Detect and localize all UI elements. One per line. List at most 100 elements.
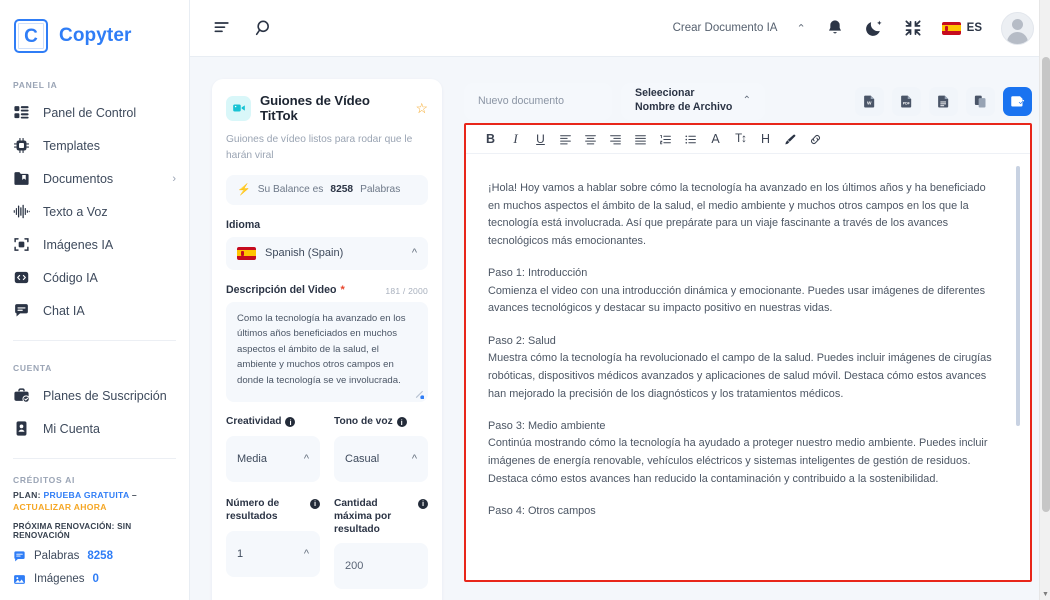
search-icon[interactable] bbox=[254, 18, 274, 38]
credit-value: 0 bbox=[92, 573, 99, 586]
creativity-value: Media bbox=[237, 453, 267, 466]
info-icon[interactable]: i bbox=[310, 499, 320, 510]
highlight-button[interactable] bbox=[778, 127, 803, 152]
sidebar-item-label: Panel de Control bbox=[43, 105, 137, 120]
resize-handle-icon[interactable] bbox=[414, 389, 424, 400]
info-icon[interactable]: i bbox=[418, 499, 428, 510]
editor-scrollbar-thumb[interactable] bbox=[1016, 166, 1020, 426]
info-icon[interactable]: i bbox=[285, 417, 296, 428]
template-description: Guiones de vídeo listos para rodar que l… bbox=[226, 134, 413, 161]
max-amount-input[interactable]: 200 bbox=[334, 543, 428, 590]
scroll-down-arrow-icon[interactable]: ▼ bbox=[1040, 588, 1050, 600]
renewal-line: PRÓXIMA RENOVACIÓN: SIN RENOVACIÓN bbox=[13, 521, 132, 540]
sidebar-item-panel-de-control[interactable]: Panel de Control bbox=[0, 96, 189, 129]
sidebar-item-planes-de-suscripcion[interactable]: Planes de Suscripción bbox=[0, 379, 189, 412]
spain-flag-icon bbox=[941, 21, 961, 35]
topbar-right-group: Crear Documento IA ⌃ ES bbox=[673, 11, 1034, 45]
align-right-button[interactable] bbox=[603, 127, 628, 152]
brand-logo[interactable]: C Copyter bbox=[0, 0, 189, 58]
info-icon[interactable]: i bbox=[396, 417, 407, 428]
results-field: Número de resultados i 1 ^ bbox=[226, 498, 320, 589]
insert-link-button[interactable] bbox=[803, 127, 828, 152]
results-amount-row: Número de resultados i 1 ^ Cantidad máxi… bbox=[226, 498, 428, 590]
language-code: ES bbox=[966, 22, 982, 34]
credit-row-imagenes: Imágenes 0 bbox=[13, 573, 176, 586]
balance-suffix: Palabras bbox=[360, 184, 401, 196]
create-document-button[interactable]: Crear Documento IA bbox=[673, 22, 778, 34]
sidebar-item-documentos[interactable]: Documentos › bbox=[0, 162, 189, 195]
collapse-arrows-icon[interactable] bbox=[903, 18, 923, 38]
app-root: C Copyter PANEL IA Panel de Control Temp… bbox=[0, 0, 1050, 600]
page-scrollbar[interactable]: ▼ bbox=[1039, 57, 1050, 600]
sidebar-item-codigo-ia[interactable]: Código IA bbox=[0, 261, 189, 294]
results-select[interactable]: 1 ^ bbox=[226, 530, 320, 577]
svg-text:W: W bbox=[867, 100, 872, 106]
list-menu-icon[interactable] bbox=[212, 18, 232, 38]
sidebar-section-panel: PANEL IA bbox=[13, 80, 58, 90]
align-center-button[interactable] bbox=[578, 127, 603, 152]
video-camera-icon bbox=[226, 95, 251, 121]
bold-button[interactable]: B bbox=[478, 127, 503, 152]
results-value: 1 bbox=[237, 547, 244, 560]
document-toolbar-row: Nuevo documento Seleecionar Nombre de Ar… bbox=[464, 79, 1032, 123]
italic-button[interactable]: I bbox=[503, 127, 528, 152]
svg-text:PDF: PDF bbox=[903, 101, 911, 105]
new-document-tab[interactable]: Nuevo documento bbox=[464, 82, 612, 120]
export-word-button[interactable]: W bbox=[855, 86, 884, 116]
sidebar-item-mi-cuenta[interactable]: Mi Cuenta bbox=[0, 412, 189, 445]
creativity-label-text: Creatividad bbox=[226, 416, 282, 428]
template-title: Guiones de Vídeo TitTok bbox=[260, 93, 370, 123]
max-amount-label-text: Cantidad máxima por resultado bbox=[334, 498, 392, 535]
ordered-list-button[interactable] bbox=[653, 127, 678, 152]
chevron-up-icon: ^ bbox=[411, 453, 417, 466]
save-document-button[interactable] bbox=[1003, 86, 1032, 116]
export-pdf-button[interactable]: PDF bbox=[892, 86, 921, 116]
star-icon[interactable]: ☆ bbox=[415, 100, 428, 117]
font-color-button[interactable]: A bbox=[703, 127, 728, 152]
select-filename-label: Seleecionar Nombre de Archivo bbox=[635, 87, 733, 113]
bell-icon[interactable] bbox=[825, 18, 845, 38]
creativity-select[interactable]: Media ^ bbox=[226, 436, 320, 483]
tone-select[interactable]: Casual ^ bbox=[334, 436, 428, 483]
credit-row-palabras: Palabras 8258 bbox=[13, 550, 176, 563]
plan-upgrade-link[interactable]: ACTUALIZAR AHORA bbox=[13, 502, 107, 512]
copy-document-button[interactable] bbox=[966, 86, 995, 116]
sidebar-item-chat-ia[interactable]: Chat IA bbox=[0, 294, 189, 327]
align-justify-button[interactable] bbox=[628, 127, 653, 152]
language-selector[interactable]: ES bbox=[941, 21, 982, 35]
sidebar-item-texto-a-voz[interactable]: Texto a Voz bbox=[0, 195, 189, 228]
chevron-up-icon[interactable]: ⌃ bbox=[796, 22, 805, 35]
sidebar-divider-2 bbox=[13, 458, 176, 459]
language-select[interactable]: Spanish (Spain) ^ bbox=[226, 236, 428, 270]
font-size-button[interactable]: T↕ bbox=[728, 127, 753, 152]
balance-value: 8258 bbox=[330, 184, 354, 196]
document-editor-panel: Nuevo documento Seleecionar Nombre de Ar… bbox=[464, 79, 1032, 600]
sidebar-section-creditos: CRÉDITOS AI bbox=[13, 475, 76, 485]
bolt-icon: ⚡ bbox=[237, 184, 251, 197]
export-txt-button[interactable] bbox=[929, 86, 958, 116]
description-textarea[interactable]: Como la tecnología ha avanzado en los úl… bbox=[226, 301, 428, 403]
bullet-list-button[interactable] bbox=[678, 127, 703, 152]
balance-prefix: Su Balance es bbox=[257, 184, 324, 196]
heading-button[interactable]: H bbox=[753, 127, 778, 152]
sidebar-item-label: Imágenes IA bbox=[43, 237, 114, 252]
description-textarea-value: Como la tecnología ha avanzado en los úl… bbox=[237, 312, 406, 386]
underline-button[interactable]: U bbox=[528, 127, 553, 152]
credit-label: Palabras bbox=[34, 550, 80, 563]
folder-doc-icon bbox=[14, 172, 29, 185]
sidebar-item-imagenes-ia[interactable]: Imágenes IA bbox=[0, 228, 189, 261]
sidebar-item-templates[interactable]: Templates bbox=[0, 129, 189, 162]
sidebar-item-label: Chat IA bbox=[43, 303, 85, 318]
align-left-button[interactable] bbox=[553, 127, 578, 152]
user-avatar[interactable] bbox=[1001, 11, 1034, 45]
select-filename-dropdown[interactable]: Seleecionar Nombre de Archivo ⌃ bbox=[621, 82, 765, 120]
credits-section: CRÉDITOS AI PLAN: PRUEBA GRATUITA – ACTU… bbox=[0, 475, 189, 586]
moon-star-icon[interactable] bbox=[864, 18, 884, 38]
results-label: Número de resultados i bbox=[226, 498, 320, 524]
document-content[interactable]: ¡Hola! Hoy vamos a hablar sobre cómo la … bbox=[466, 154, 1030, 580]
sidebar-item-label: Mi Cuenta bbox=[43, 421, 100, 436]
document-paragraph: Paso 4: Otros campos bbox=[488, 504, 596, 517]
sidebar: C Copyter PANEL IA Panel de Control Temp… bbox=[0, 0, 190, 600]
page-scrollbar-thumb[interactable] bbox=[1041, 57, 1050, 512]
sidebar-item-label: Planes de Suscripción bbox=[43, 388, 167, 403]
